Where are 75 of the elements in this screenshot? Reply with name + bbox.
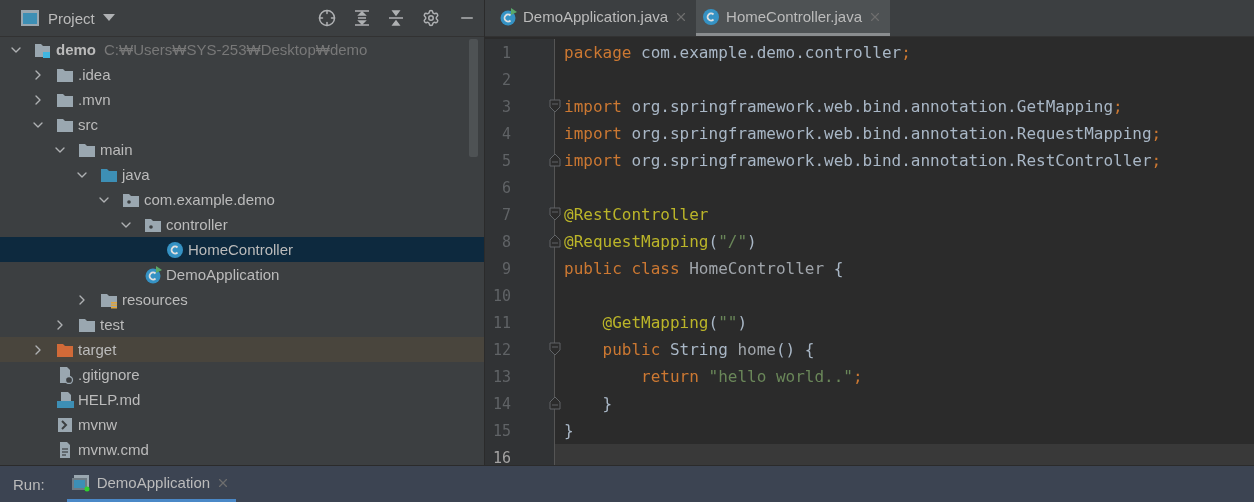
item-name: HomeController bbox=[188, 241, 294, 258]
tree-item[interactable]: main bbox=[0, 137, 484, 162]
class-icon bbox=[499, 7, 517, 26]
fold-icon[interactable] bbox=[549, 234, 561, 248]
fold-icon[interactable] bbox=[549, 99, 561, 113]
window-icon bbox=[20, 9, 40, 27]
item-name: java bbox=[122, 166, 150, 183]
tree-item[interactable]: HELP.md bbox=[0, 387, 484, 412]
class-icon bbox=[702, 7, 721, 26]
tree-item[interactable]: demo C:₩Users₩SYS-253₩Desktop₩demo bbox=[0, 37, 484, 62]
code-line: @RequestMapping("/") bbox=[563, 232, 757, 251]
item-name: test bbox=[100, 316, 125, 333]
tree-item[interactable]: .gitignore bbox=[0, 362, 484, 387]
item-name: src bbox=[78, 116, 98, 133]
expand-all-icon[interactable] bbox=[354, 10, 370, 26]
item-name: resources bbox=[122, 291, 188, 308]
tree-item[interactable]: .idea bbox=[0, 62, 484, 87]
tree-item[interactable]: test bbox=[0, 312, 484, 337]
tree-item[interactable]: HomeController bbox=[0, 237, 484, 262]
tree-item[interactable]: mvnw.cmd bbox=[0, 437, 484, 462]
item-name: com.example.demo bbox=[144, 191, 275, 208]
item-name: mvnw bbox=[78, 416, 118, 433]
editor-tab[interactable]: HomeController.java bbox=[696, 0, 890, 36]
fold-icon[interactable] bbox=[549, 153, 561, 167]
tree-item[interactable]: target bbox=[0, 337, 484, 362]
fold-icon[interactable] bbox=[549, 342, 561, 356]
collapse-all-icon[interactable] bbox=[388, 10, 404, 26]
item-name: HELP.md bbox=[78, 391, 141, 408]
fold-icon[interactable] bbox=[549, 396, 561, 410]
tree-item[interactable]: com.example.demo bbox=[0, 187, 484, 212]
caret-icon[interactable] bbox=[102, 14, 115, 22]
code-line: return "hello world.."; bbox=[640, 367, 863, 386]
console-icon bbox=[70, 473, 91, 492]
code-line: import org.springframework.web.bind.annotation.GetMapping; bbox=[563, 97, 1123, 116]
line-number: 16 bbox=[491, 448, 511, 465]
tree-item[interactable]: controller bbox=[0, 212, 484, 237]
item-name: .mvn bbox=[78, 91, 111, 108]
panel-title[interactable]: Project bbox=[48, 9, 95, 27]
code-line: package com.example.demo.controller; bbox=[563, 43, 911, 62]
locate-icon[interactable] bbox=[318, 9, 336, 27]
item-name: .gitignore bbox=[78, 366, 140, 383]
item-name: main bbox=[100, 141, 133, 158]
settings-icon[interactable] bbox=[422, 9, 440, 27]
item-name: mvnw.cmd bbox=[78, 441, 149, 458]
code-line: @GetMapping("") bbox=[601, 313, 748, 332]
tree-item[interactable]: DemoApplication bbox=[0, 262, 484, 287]
code-line: @RestController bbox=[563, 205, 709, 224]
tree-item[interactable]: resources bbox=[0, 287, 484, 312]
code-line: import org.springframework.web.bind.annotation.RequestMapping; bbox=[563, 124, 1162, 143]
terminal-file-icon bbox=[56, 415, 74, 434]
code-line: } bbox=[563, 421, 574, 440]
editor-tab[interactable]: DemoApplication.java bbox=[493, 0, 697, 36]
run-tab[interactable]: DemoApplication bbox=[66, 466, 237, 502]
tab-label: DemoApplication bbox=[96, 474, 211, 491]
tab-label: DemoApplication.java bbox=[523, 8, 669, 25]
code-line: public String home() { bbox=[601, 340, 815, 359]
item-name: demo bbox=[56, 41, 96, 58]
class-icon bbox=[166, 240, 184, 259]
tab-label: HomeController.java bbox=[726, 8, 862, 25]
fold-icon[interactable] bbox=[549, 207, 561, 221]
tree-item[interactable]: java bbox=[0, 162, 484, 187]
item-name: DemoApplication bbox=[166, 266, 280, 283]
item-name: .idea bbox=[78, 66, 111, 83]
item-name: controller bbox=[166, 216, 228, 233]
code-line: } bbox=[601, 394, 613, 413]
code-line: public class HomeController { bbox=[563, 259, 844, 278]
tree-item[interactable]: src bbox=[0, 112, 484, 137]
class-icon bbox=[144, 265, 162, 284]
run-label: Run: bbox=[13, 475, 45, 493]
markdown-file-icon bbox=[56, 390, 74, 409]
item-name: target bbox=[78, 341, 117, 358]
item-path: C:₩Users₩SYS-253₩Desktop₩demo bbox=[104, 41, 368, 58]
code-line: import org.springframework.web.bind.annotation.RestController; bbox=[563, 151, 1162, 170]
tree-item[interactable]: mvnw bbox=[0, 412, 484, 437]
tree-item[interactable]: .mvn bbox=[0, 87, 484, 112]
